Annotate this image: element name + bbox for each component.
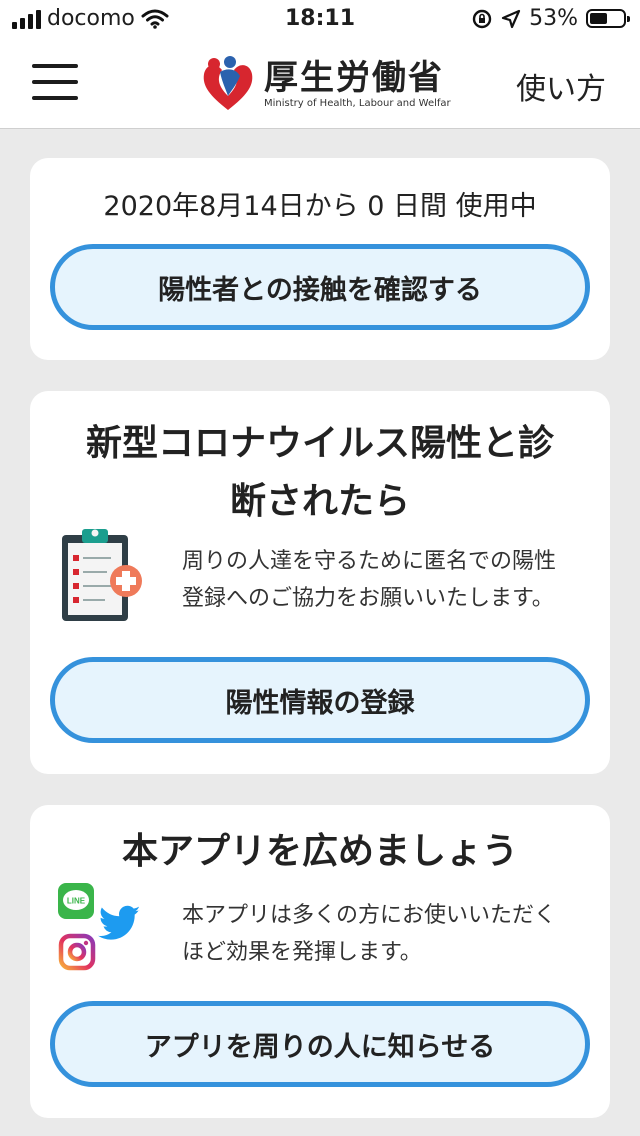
positive-description-line1: 周りの人達を守るために匿名での陽性	[182, 549, 557, 574]
howto-link[interactable]: 使い方	[516, 64, 606, 108]
register-positive-button[interactable]: 陽性情報の登録	[50, 657, 590, 743]
usage-card: 2020年8月14日から 0 日間 使用中 陽性者との接触を確認する	[30, 158, 610, 360]
line-icon: LINE	[58, 883, 94, 919]
battery-icon	[586, 9, 630, 28]
logo-title: 厚生労働省	[264, 57, 444, 98]
logo-text: 厚生労働省 Ministry of Health, Labour and Wel…	[264, 60, 451, 109]
battery-fill	[590, 13, 607, 24]
positive-description: 周りの人達を守るために匿名での陽性 登録へのご協力をお願いいたします。	[182, 543, 602, 617]
twitter-icon	[98, 905, 141, 940]
status-bar: docomo 18:11 53%	[0, 0, 640, 40]
clipboard-medical-icon	[62, 529, 142, 621]
usage-duration-text: 2020年8月14日から 0 日間 使用中	[103, 191, 537, 222]
rotation-lock-icon	[472, 9, 492, 28]
hamburger-menu-icon[interactable]	[32, 60, 78, 104]
share-description-line1: 本アプリは多くの方にお使いいただく	[182, 903, 557, 928]
mhlw-logo: 厚生労働省 Ministry of Health, Labour and Wel…	[200, 54, 451, 114]
positive-description-line2: 登録へのご協力をお願いいたします。	[182, 586, 554, 611]
card-title-line1: 新型コロナウイルス陽性と診	[85, 423, 554, 464]
svg-text:LINE: LINE	[67, 897, 86, 906]
share-app-card: 本アプリを広めましょう LINE 本アプリは多くの方にお使いいただく ほど効果を…	[30, 805, 610, 1118]
app-header: 厚生労働省 Ministry of Health, Labour and Wel…	[0, 40, 640, 129]
check-contact-button[interactable]: 陽性者との接触を確認する	[50, 244, 590, 330]
status-right: 53%	[471, 6, 630, 31]
share-description-line2: ほど効果を発揮します。	[182, 940, 422, 965]
card-title-line2: 断されたら	[229, 481, 410, 522]
logo-subtitle: Ministry of Health, Labour and Welfar	[264, 97, 451, 109]
share-app-button[interactable]: アプリを周りの人に知らせる	[50, 1001, 590, 1087]
share-description: 本アプリは多くの方にお使いいただく ほど効果を発揮します。	[182, 897, 602, 971]
mhlw-emblem-icon	[203, 56, 253, 110]
location-arrow-icon	[501, 9, 521, 28]
positive-registration-card: 新型コロナウイルス陽性と診 断されたら 周りの人達を守るために匿名での陽性 登録…	[30, 391, 610, 774]
battery-percent: 53%	[529, 6, 578, 31]
instagram-icon	[58, 933, 96, 971]
card-title: 新型コロナウイルス陽性と診 断されたら	[50, 415, 590, 531]
share-card-title: 本アプリを広めましょう	[121, 831, 518, 872]
